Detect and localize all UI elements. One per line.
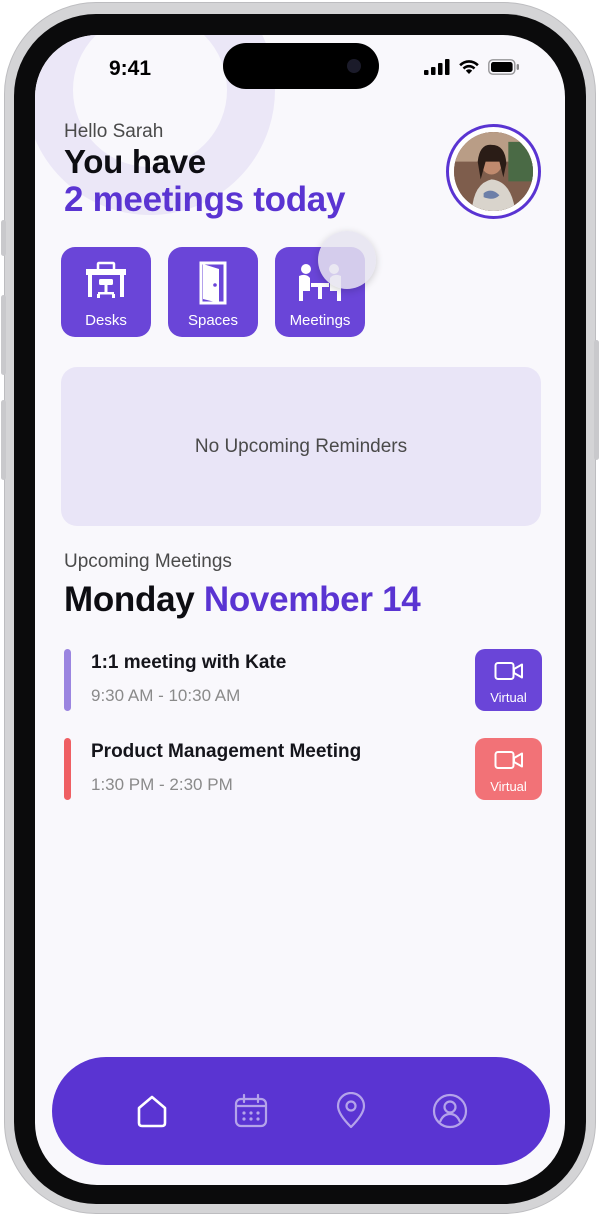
desk-icon [86, 261, 126, 298]
spaces-button[interactable]: Spaces [168, 247, 258, 337]
virtual-join-button[interactable]: Virtual [475, 738, 542, 800]
app-screen: 9:41 Hello Sarah You have 2 meetings tod… [35, 35, 565, 1185]
day-date: November 14 [203, 580, 421, 619]
day-name: Monday [64, 580, 195, 619]
profile-icon [433, 1093, 468, 1129]
nav-profile[interactable] [430, 1091, 470, 1131]
nav-location[interactable] [331, 1091, 371, 1131]
meeting-accent-bar [64, 649, 71, 711]
meeting-time: 9:30 AM - 10:30 AM [91, 686, 241, 705]
video-camera-icon [494, 662, 523, 680]
touch-indicator [318, 231, 376, 289]
day-heading: Monday November 14 [64, 580, 421, 620]
status-icons [424, 59, 520, 75]
person-photo-icon [454, 132, 533, 211]
side-button [594, 340, 599, 460]
avatar-photo [454, 132, 533, 211]
meeting-item[interactable]: Product Management Meeting 1:30 PM - 2:3… [64, 738, 542, 800]
desks-button[interactable]: Desks [61, 247, 151, 337]
nav-home[interactable] [132, 1091, 172, 1131]
reminders-empty-text: No Upcoming Reminders [194, 435, 408, 457]
meetings-label: Meetings [289, 312, 351, 329]
signal-icon [424, 59, 450, 75]
meeting-title: Product Management Meeting [91, 741, 362, 762]
side-button [1, 295, 6, 375]
location-pin-icon [336, 1092, 365, 1129]
upcoming-meetings-label: Upcoming Meetings [64, 551, 232, 572]
side-button [1, 400, 6, 480]
page-title: You have [64, 143, 206, 180]
side-button [1, 220, 6, 256]
greeting-text: Hello Sarah [64, 121, 164, 142]
reminders-card: No Upcoming Reminders [61, 367, 541, 526]
camera-icon [347, 59, 361, 73]
meeting-item[interactable]: 1:1 meeting with Kate 9:30 AM - 10:30 AM… [64, 649, 542, 711]
desks-label: Desks [85, 312, 127, 329]
wifi-icon [459, 60, 479, 74]
status-time: 9:41 [109, 57, 152, 80]
spaces-label: Spaces [187, 312, 239, 329]
virtual-label: Virtual [490, 779, 527, 794]
home-icon [137, 1095, 167, 1128]
dynamic-island [223, 43, 379, 89]
video-camera-icon [494, 751, 523, 769]
calendar-icon [235, 1093, 268, 1128]
meetings-count-title: 2 meetings today [64, 180, 346, 219]
nav-calendar[interactable] [231, 1091, 271, 1131]
door-icon [199, 261, 227, 305]
avatar[interactable] [446, 124, 541, 219]
bottom-nav [52, 1057, 550, 1165]
meeting-accent-bar [64, 738, 71, 800]
meeting-time: 1:30 PM - 2:30 PM [91, 775, 233, 794]
virtual-join-button[interactable]: Virtual [475, 649, 542, 711]
battery-icon [488, 59, 519, 75]
virtual-label: Virtual [490, 690, 527, 705]
meeting-title: 1:1 meeting with Kate [91, 652, 287, 673]
